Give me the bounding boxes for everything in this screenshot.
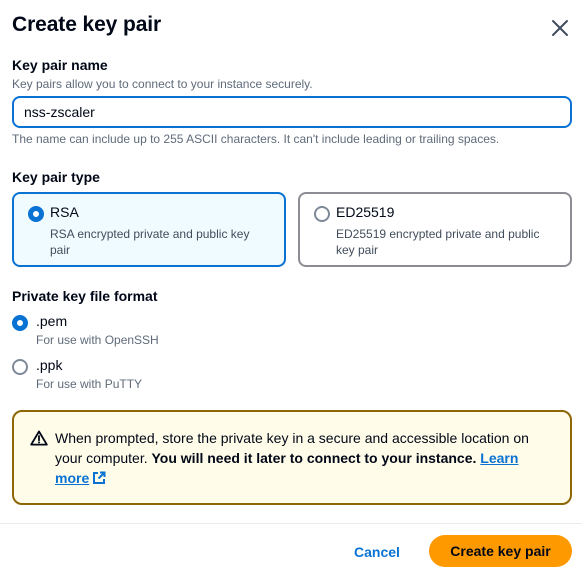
key-pair-name-description: Key pairs allow you to connect to your i… xyxy=(12,77,313,91)
key-type-tile-ed25519[interactable]: ED25519 ED25519 encrypted private and pu… xyxy=(298,192,572,267)
key-pair-name-input[interactable] xyxy=(12,96,572,128)
create-key-pair-dialog: Create key pair Key pair name Key pairs … xyxy=(0,0,582,575)
format-description: For use with PuTTY xyxy=(36,377,143,391)
key-pair-name-label: Key pair name xyxy=(12,57,108,73)
pem-radio[interactable] xyxy=(12,315,28,331)
private-key-format-label: Private key file format xyxy=(12,288,158,304)
dialog-title: Create key pair xyxy=(12,13,162,36)
warning-alert: When prompted, store the private key in … xyxy=(12,410,572,505)
key-type-description: RSA encrypted private and public key pai… xyxy=(50,227,250,257)
warning-icon xyxy=(30,430,48,446)
close-icon xyxy=(552,20,568,36)
create-key-pair-button[interactable]: Create key pair xyxy=(429,535,572,567)
key-pair-type-label: Key pair type xyxy=(12,169,100,185)
footer-divider xyxy=(0,523,582,524)
key-type-title: ED25519 xyxy=(336,204,395,220)
rsa-radio[interactable] xyxy=(28,206,44,222)
ppk-radio[interactable] xyxy=(12,359,28,375)
format-description: For use with OpenSSH xyxy=(36,333,159,347)
ed25519-radio[interactable] xyxy=(314,206,330,222)
key-type-description: ED25519 encrypted private and public key… xyxy=(336,227,540,257)
key-type-tile-rsa[interactable]: RSA RSA encrypted private and public key… xyxy=(12,192,286,267)
close-button[interactable] xyxy=(546,14,574,42)
key-pair-name-constraint: The name can include up to 255 ASCII cha… xyxy=(12,132,500,146)
key-type-title: RSA xyxy=(50,204,79,220)
cancel-button[interactable]: Cancel xyxy=(346,538,408,566)
format-title: .ppk xyxy=(36,357,63,373)
alert-bold-text: You will need it later to connect to you… xyxy=(151,450,477,466)
format-title: .pem xyxy=(36,313,68,329)
external-link-icon xyxy=(93,471,106,484)
